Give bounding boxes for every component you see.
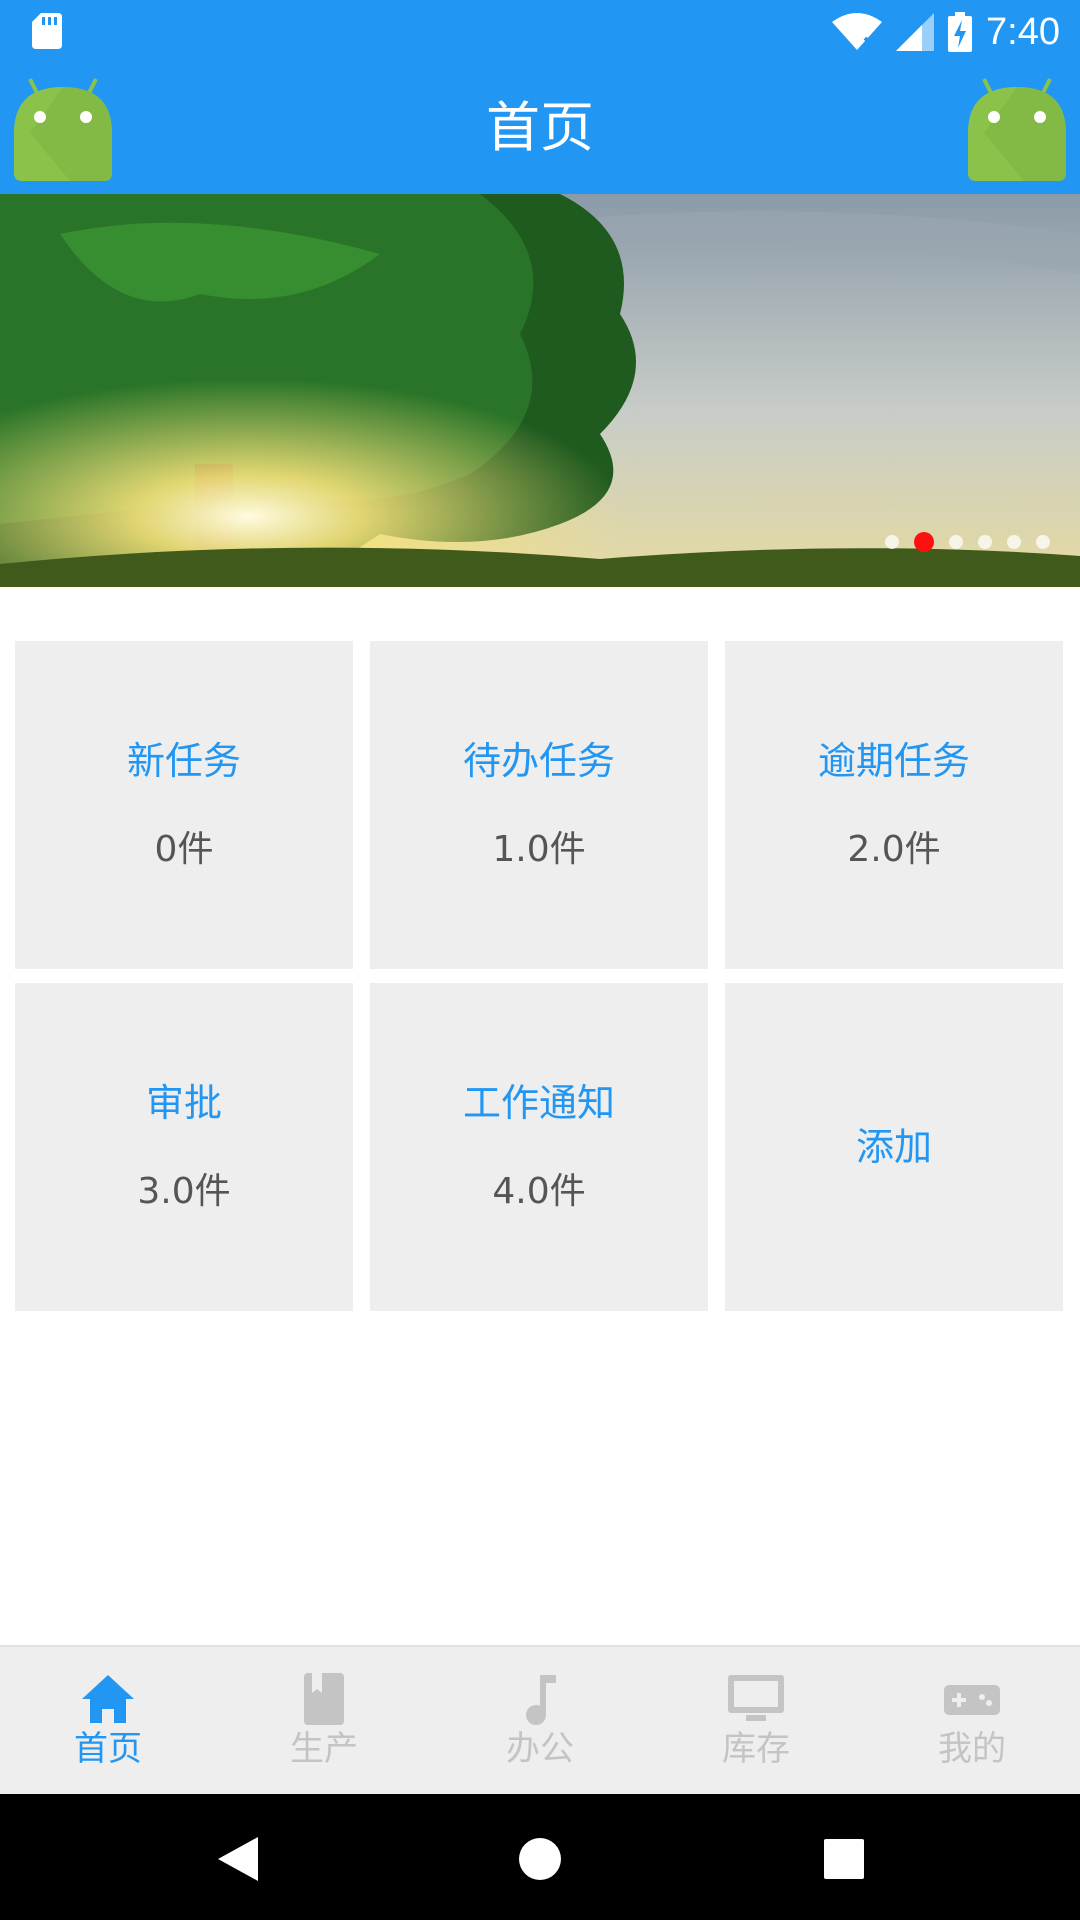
task-grid: 新任务 0件 待办任务 1.0件 逾期任务 2.0件 审批 3.0件 工作通知 … (15, 641, 1065, 1311)
recents-icon[interactable] (814, 1829, 874, 1889)
carousel-indicator (885, 532, 1050, 552)
tile-title: 新任务 (126, 739, 241, 783)
tile-count: 3.0件 (137, 1171, 231, 1212)
carousel-dot[interactable] (949, 535, 963, 549)
signal-icon (896, 13, 935, 51)
music-note-icon (526, 1675, 556, 1725)
nav-item-mine[interactable]: 我的 (864, 1647, 1080, 1794)
tile-approval[interactable]: 审批 3.0件 (15, 983, 353, 1311)
carousel-dot[interactable] (1036, 535, 1050, 549)
tile-title: 审批 (145, 1081, 222, 1125)
tile-new-tasks[interactable]: 新任务 0件 (15, 641, 353, 969)
nav-item-home[interactable]: 首页 (0, 1647, 216, 1794)
nav-label: 首页 (74, 1729, 142, 1769)
tile-count: 2.0件 (847, 829, 941, 870)
tile-title: 工作通知 (462, 1081, 615, 1125)
bottom-navigation: 首页 生产 办公 库存 我的 (0, 1645, 1080, 1794)
tile-count: 4.0件 (492, 1171, 586, 1212)
system-navigation-bar (0, 1794, 1080, 1920)
nav-label: 我的 (938, 1729, 1006, 1769)
tile-title: 添加 (855, 1125, 932, 1169)
monitor-icon (728, 1675, 784, 1721)
banner-carousel[interactable] (0, 194, 1080, 587)
sd-card-icon (32, 13, 62, 49)
app-bar: 首页 (0, 63, 1080, 194)
page-title: 首页 (486, 96, 594, 159)
tile-count: 1.0件 (492, 829, 586, 870)
carousel-dot[interactable] (978, 535, 992, 549)
nav-label: 库存 (722, 1729, 790, 1769)
status-time: 7:40 (986, 10, 1060, 53)
nav-label: 办公 (506, 1729, 574, 1769)
nav-item-inventory[interactable]: 库存 (648, 1647, 864, 1794)
gamepad-icon (944, 1685, 1000, 1715)
tile-title: 逾期任务 (817, 739, 970, 783)
carousel-dot[interactable] (885, 535, 899, 549)
home-icon (82, 1675, 134, 1723)
battery-charging-icon (948, 12, 973, 52)
tile-title: 待办任务 (462, 739, 615, 783)
tile-add[interactable]: 添加 (725, 983, 1063, 1311)
carousel-dot-active[interactable] (914, 532, 934, 552)
home-circle-icon[interactable] (510, 1829, 570, 1889)
back-icon[interactable] (206, 1829, 266, 1889)
nav-label: 生产 (290, 1729, 358, 1769)
tile-pending-tasks[interactable]: 待办任务 1.0件 (370, 641, 708, 969)
nav-item-production[interactable]: 生产 (216, 1647, 432, 1794)
book-icon (304, 1673, 344, 1725)
banner-image (0, 194, 1080, 587)
tile-overdue-tasks[interactable]: 逾期任务 2.0件 (725, 641, 1063, 969)
status-bar: 7:40 (0, 0, 1080, 63)
nav-item-office[interactable]: 办公 (432, 1647, 648, 1794)
wifi-icon (832, 13, 883, 50)
tile-count: 0件 (154, 829, 214, 870)
android-icon[interactable] (964, 73, 1070, 185)
carousel-dot[interactable] (1007, 535, 1021, 549)
tile-work-notice[interactable]: 工作通知 4.0件 (370, 983, 708, 1311)
